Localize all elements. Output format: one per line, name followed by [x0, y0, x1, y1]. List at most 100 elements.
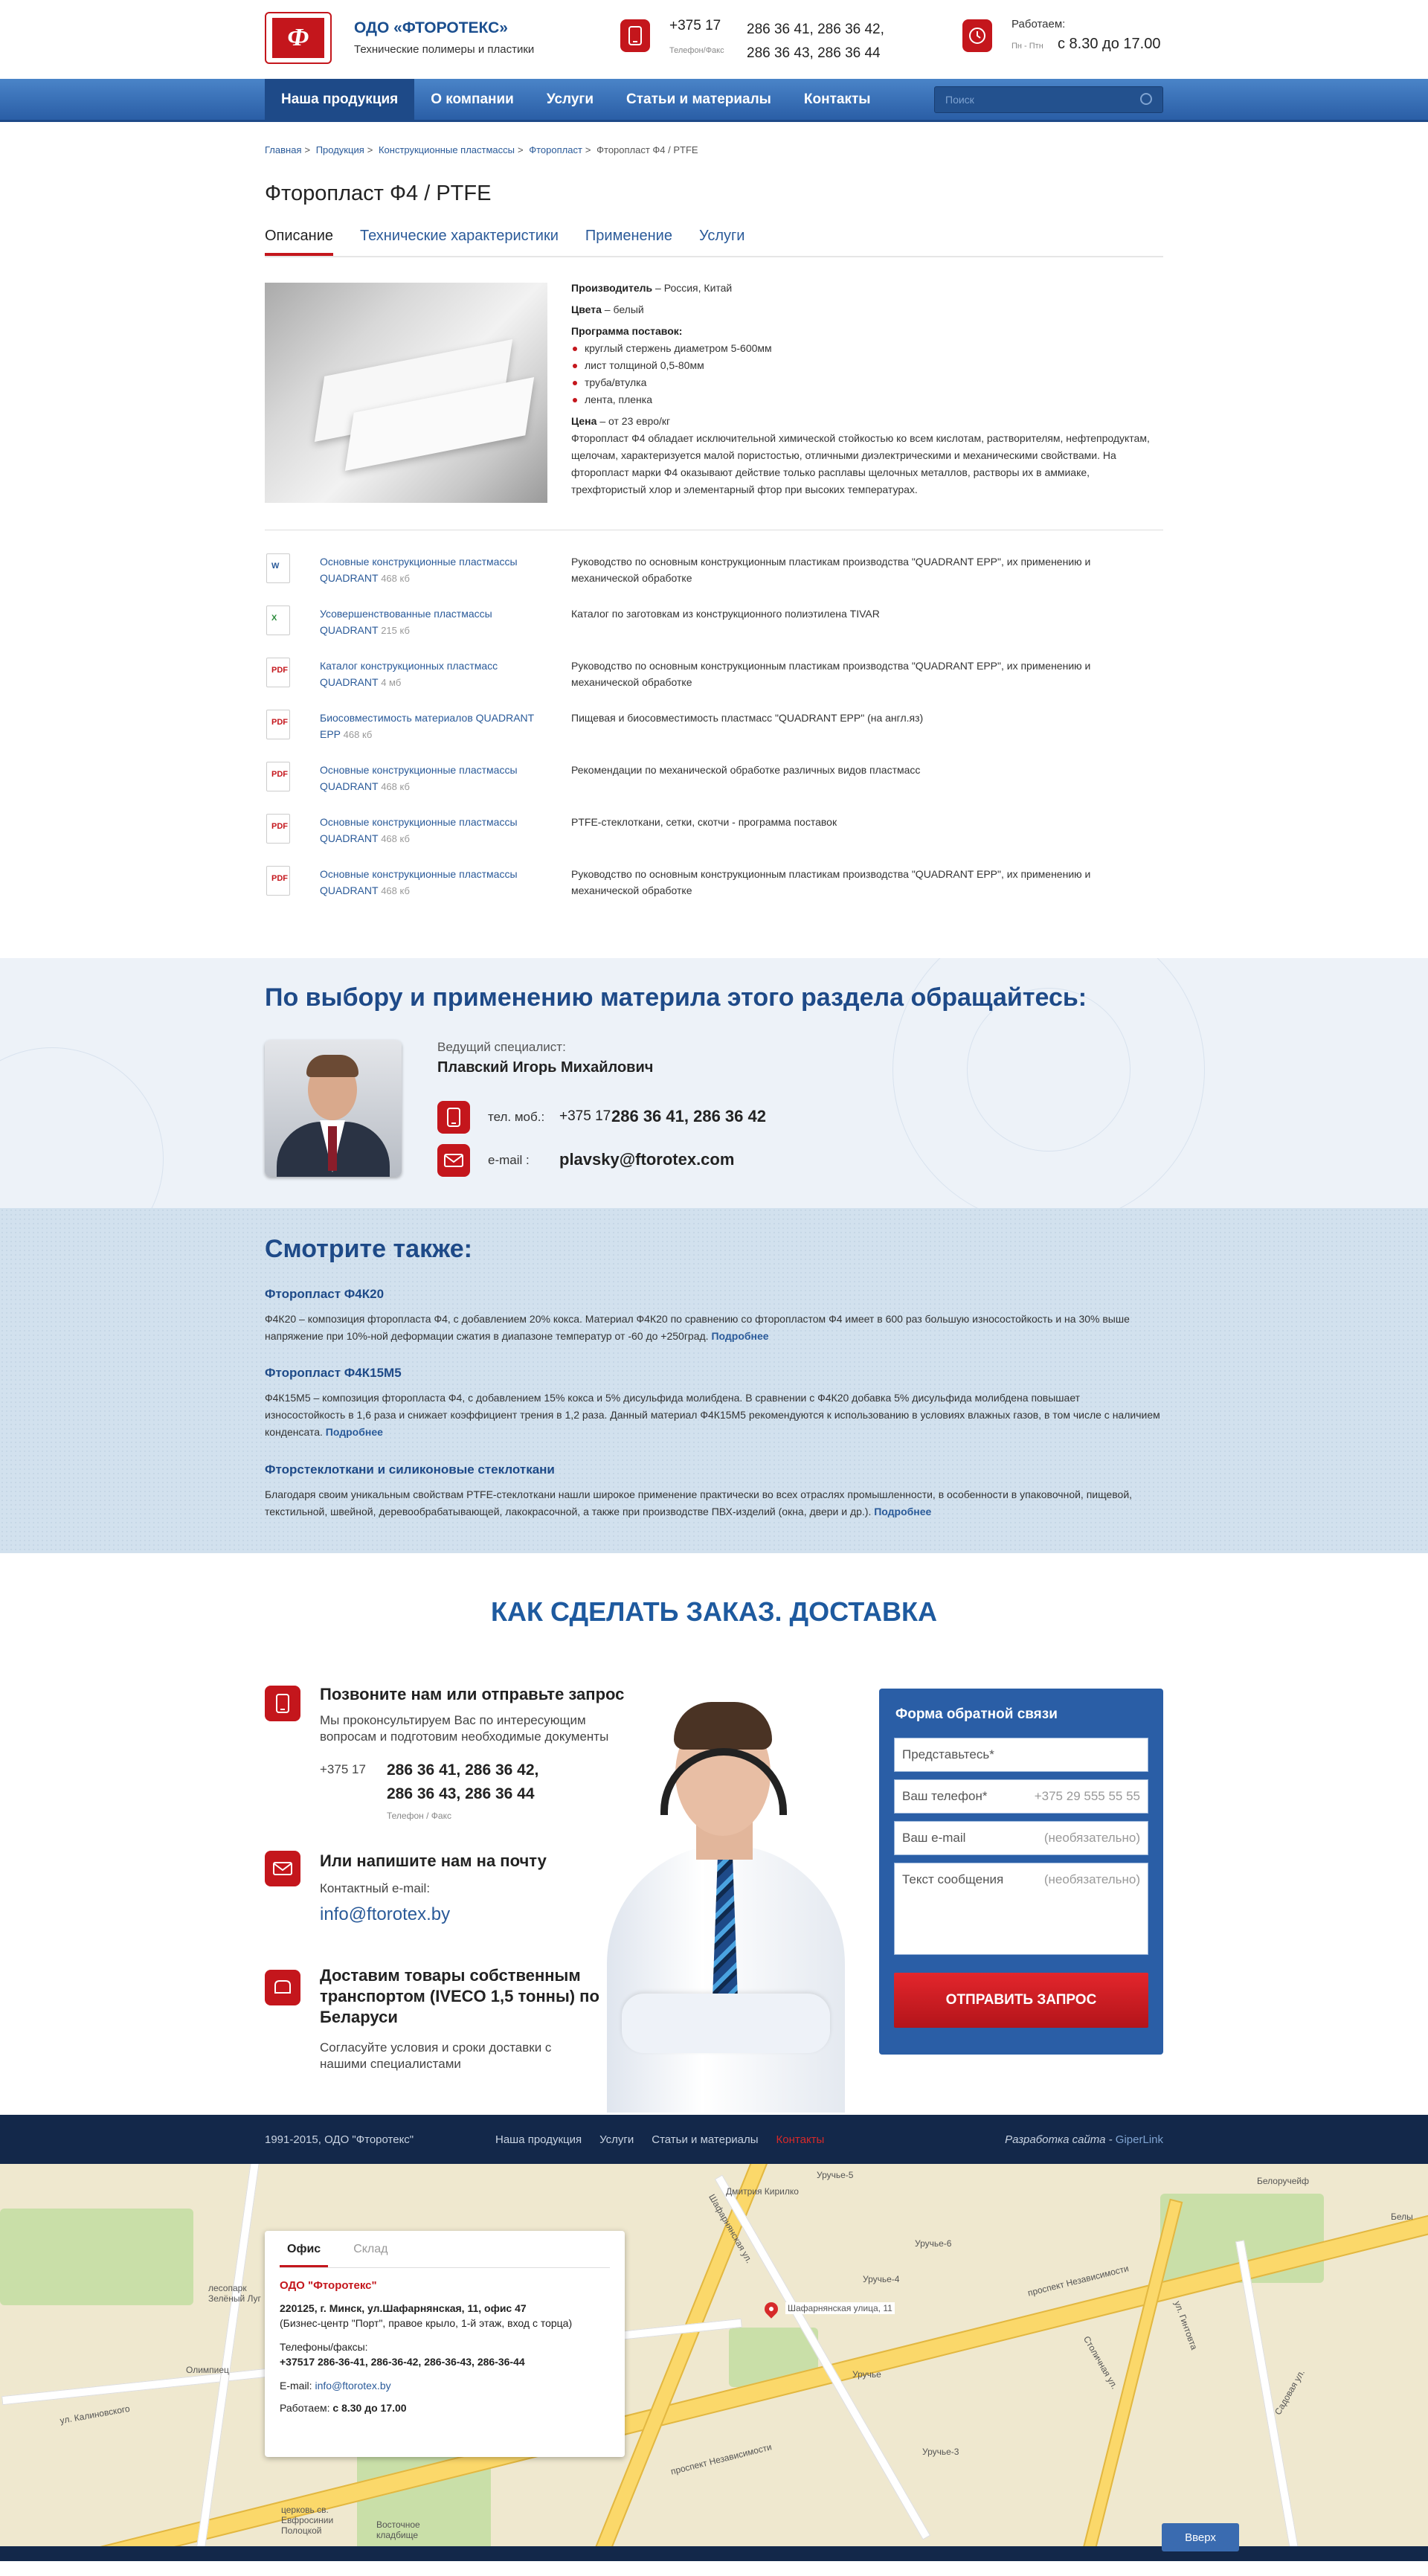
map-label: Восточное кладбище [376, 2519, 420, 2540]
pin-label: Шафарнянская улица, 11 [785, 2302, 895, 2314]
specialist-email[interactable]: plavsky@ftorotex.com [559, 1150, 734, 1169]
list-item: Биосовместимость материалов QUADRANT EPP… [265, 708, 1163, 760]
more-link[interactable]: Подробнее [711, 1330, 768, 1342]
document-description: Руководство по основным конструкционным … [571, 868, 1091, 896]
specialist-phone[interactable]: 286 36 41, 286 36 42 [611, 1107, 766, 1126]
search-icon[interactable] [1140, 92, 1152, 105]
list-item: Фторопласт Ф4К20 Ф4К20 – композиция фтор… [265, 1287, 1163, 1345]
breadcrumb-home[interactable]: Главная [265, 144, 301, 155]
developer-link[interactable]: GiperLink [1116, 2133, 1163, 2146]
call-numbers[interactable]: 286 36 41, 286 36 42, 286 36 43, 286 36 … [387, 1758, 538, 1806]
pdf-file-icon[interactable] [266, 866, 290, 896]
logo[interactable]: Ф [265, 12, 332, 64]
mail-icon [265, 1851, 300, 1886]
nav-item-services[interactable]: Услуги [530, 79, 610, 120]
document-link[interactable]: Основные конструкционные пластмассы QUAD… [320, 764, 518, 792]
office-phones-label: Телефоны/факсы: [280, 2341, 368, 2353]
header-phone-numbers[interactable]: 286 36 41, 286 36 42, 286 36 43, 286 36 … [747, 18, 884, 65]
tab-services[interactable]: Услуги [699, 228, 745, 256]
document-description: Руководство по основным конструкционным … [571, 556, 1091, 584]
list-item: лист толщиной 0,5-80мм [571, 357, 1163, 374]
mobile-phone-icon [437, 1101, 470, 1134]
tab-warehouse[interactable]: Склад [346, 2231, 395, 2267]
see-also-title[interactable]: Фторопласт Ф4К20 [265, 1287, 384, 1301]
map-label: Дмитрия Кирилко [726, 2186, 799, 2197]
nav-item-articles[interactable]: Статьи и материалы [610, 79, 788, 120]
office-address: 220125, г. Минск, ул.Шафарнянская, 11, о… [280, 2302, 527, 2314]
phone-icon [620, 19, 650, 52]
list-item: круглый стержень диаметром 5-600мм [571, 340, 1163, 357]
breadcrumb-plastics[interactable]: Конструкционные пластмассы [379, 144, 515, 155]
see-also-text: Ф4К20 – композиция фторопласта Ф4, с доб… [265, 1313, 1130, 1342]
office-email-link[interactable]: info@ftorotex.by [315, 2380, 390, 2392]
header-phone-label: Телефон/Факс [669, 46, 724, 55]
email-field-hint: (необязательно) [1043, 1831, 1140, 1845]
pdf-file-icon[interactable] [266, 658, 290, 687]
phone-field[interactable]: Ваш телефон* +375 29 555 55 55 [894, 1779, 1148, 1814]
search-input[interactable] [935, 86, 1162, 112]
pdf-file-icon[interactable] [266, 814, 290, 844]
pdf-file-icon[interactable] [266, 762, 290, 791]
document-link[interactable]: Основные конструкционные пластмассы QUAD… [320, 868, 518, 896]
clock-icon [962, 19, 992, 52]
mail-link[interactable]: info@ftorotex.by [320, 1904, 450, 1925]
word-file-icon[interactable] [266, 553, 290, 583]
list-item: Усовершенствованные пластмассы QUADRANT … [265, 604, 1163, 656]
excel-file-icon[interactable] [266, 606, 290, 635]
office-address-note: (Бизнес-центр "Порт", правое крыло, 1-й … [280, 2317, 573, 2329]
more-link[interactable]: Подробнее [326, 1426, 383, 1438]
order-heading: КАК СДЕЛАТЬ ЗАКАЗ. ДОСТАВКА [491, 1596, 937, 1627]
list-item: Основные конструкционные пластмассы QUAD… [265, 552, 1163, 604]
scroll-up-button[interactable]: Вверх [1162, 2523, 1239, 2551]
tab-application[interactable]: Применение [585, 228, 672, 256]
footer-link-articles[interactable]: Статьи и материалы [652, 2133, 758, 2146]
tab-specs[interactable]: Технические характеристики [360, 228, 559, 256]
map-label: Уручье-5 [817, 2170, 854, 2180]
more-link[interactable]: Подробнее [874, 1506, 931, 1517]
office-company: ОДО "Фторотекс" [280, 2279, 377, 2292]
main-nav: Наша продукция О компании Услуги Статьи … [0, 79, 1428, 122]
see-also-title[interactable]: Фторопласт Ф4К15М5 [265, 1366, 402, 1380]
tab-description[interactable]: Описание [265, 228, 334, 256]
document-link[interactable]: Основные конструкционные пластмассы QUAD… [320, 556, 518, 584]
page-title: Фторопласт Ф4 / PTFE [265, 182, 492, 205]
message-field-hint: (необязательно) [1043, 1872, 1140, 1886]
office-tabs: Офис Склад [280, 2231, 610, 2268]
office-card: Офис Склад ОДО "Фторотекс" 220125, г. Ми… [265, 2231, 625, 2457]
call-code: +375 17 [320, 1762, 366, 1776]
breadcrumb-products[interactable]: Продукция [316, 144, 364, 155]
tab-office[interactable]: Офис [280, 2231, 329, 2267]
submit-button[interactable]: ОТПРАВИТЬ ЗАПРОС [894, 1973, 1148, 2028]
brand-tagline: Технические полимеры и пластики [354, 43, 535, 56]
map-label: проспект Независимости [669, 2441, 774, 2477]
nav-item-products[interactable]: Наша продукция [265, 79, 415, 120]
list-item: Фторстеклоткани и силиконовые стеклоткан… [265, 1462, 1163, 1520]
map[interactable]: Уручье-5 Уручье-6 Уручье-4 Уручье-3 Уруч… [0, 2164, 1428, 2561]
breadcrumb-ftoroplast[interactable]: Фторопласт [529, 144, 582, 155]
location-pin-icon[interactable] [762, 2299, 781, 2319]
brand-name: ОДО «ФТОРОТЕКС» [354, 19, 508, 36]
nav-item-contacts[interactable]: Контакты [788, 79, 887, 120]
pdf-file-icon[interactable] [266, 710, 290, 739]
email-field-label: Ваш e-mail [902, 1831, 966, 1845]
product-description: Фторопласт Ф4 обладает исключительной хи… [571, 432, 1150, 495]
map-label: Белы [1391, 2212, 1413, 2222]
list-item: лента, пленка [571, 391, 1163, 408]
breadcrumb-separator: > [585, 144, 591, 155]
document-link[interactable]: Основные конструкционные пластмассы QUAD… [320, 816, 518, 844]
nav-item-about[interactable]: О компании [414, 79, 530, 120]
document-link[interactable]: Каталог конструкционных пластмасс QUADRA… [320, 660, 498, 688]
see-also-title[interactable]: Фторстеклоткани и силиконовые стеклоткан… [265, 1462, 555, 1477]
spec-program-label: Программа поставок: [571, 325, 683, 337]
office-email-row: E-mail: info@ftorotex.by [280, 2380, 391, 2392]
work-time: с 8.30 до 17.00 [1058, 36, 1161, 52]
name-field[interactable]: Представьтесь* [894, 1738, 1148, 1772]
footer-link-contacts[interactable]: Контакты [776, 2133, 825, 2146]
message-field[interactable]: Текст сообщения (необязательно) [894, 1863, 1148, 1955]
map-label: Столичная ул. [1081, 2334, 1120, 2391]
footer-link-products[interactable]: Наша продукция [495, 2133, 582, 2146]
office-phones: +37517 286-36-41, 286-36-42, 286-36-43, … [280, 2356, 525, 2368]
header-phone-line-2: 286 36 43, 286 36 44 [747, 45, 881, 61]
email-field[interactable]: Ваш e-mail (необязательно) [894, 1821, 1148, 1855]
footer-link-services[interactable]: Услуги [599, 2133, 634, 2146]
